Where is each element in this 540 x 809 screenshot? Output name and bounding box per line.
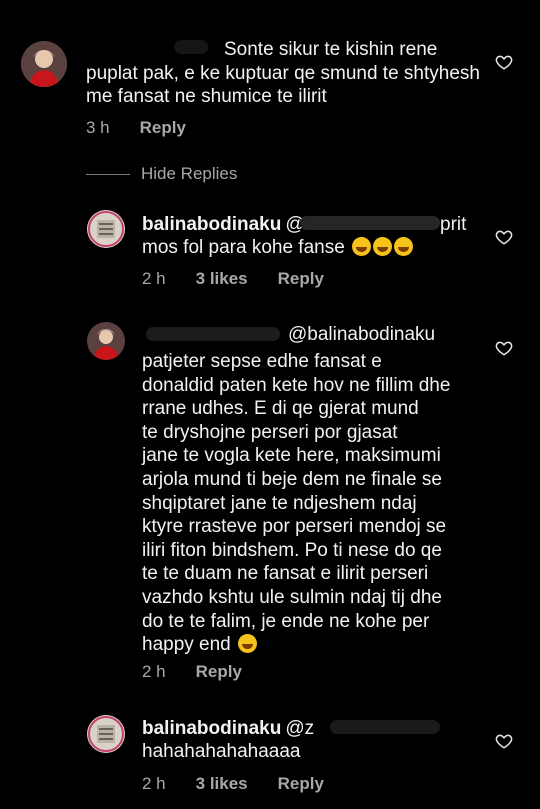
- reply-line-end: prit: [440, 214, 467, 235]
- reply-line: patjeter sepse edhe fansat e: [142, 351, 382, 372]
- reply-line: do te te falim, je ende ne kohe per: [142, 610, 430, 632]
- reply-meta: 2 h 3 likes Reply: [142, 269, 354, 289]
- heart-icon[interactable]: [495, 228, 513, 246]
- reply-text-line2: hahahahahahaaaa: [142, 740, 482, 764]
- reply-meta: 2 h Reply: [142, 662, 272, 682]
- reply-button[interactable]: Reply: [140, 118, 186, 137]
- avatar-image: [87, 210, 125, 248]
- reply-line: te te duam ne fansat e ilirit perseri: [142, 563, 429, 585]
- reply-button[interactable]: Reply: [196, 662, 242, 681]
- comment-meta: 3 h Reply: [86, 118, 216, 138]
- reply-button[interactable]: Reply: [278, 774, 324, 793]
- reply-body: hahahahahahaaaa: [142, 741, 301, 762]
- avatar-image: [87, 715, 125, 753]
- reply-line: arjola mund ti beje dem ne finale se: [142, 468, 442, 490]
- reply-time: 2 h: [142, 774, 166, 793]
- avatar[interactable]: [21, 41, 67, 87]
- comment-time: 3 h: [86, 118, 110, 137]
- reply-line: donaldid paten kete hov ne fillim dhe: [142, 374, 451, 396]
- comment-text: Sonte sikur te kishin rene puplat pak, e…: [86, 38, 486, 109]
- redacted-mention: [330, 720, 440, 734]
- reply-line-last: happy end: [142, 633, 492, 657]
- avatar[interactable]: [87, 210, 125, 248]
- redacted-mention: [300, 216, 440, 230]
- reply-text-end: prit: [440, 213, 466, 237]
- reply-line: iliri fiton bindshem. Po ti nese do qe: [142, 539, 442, 561]
- avatar[interactable]: [87, 322, 125, 360]
- reply-meta: 2 h 3 likes Reply: [142, 774, 354, 794]
- rolling-laughing-emoji-icon: [394, 237, 414, 256]
- reply-line: ktyre rrasteve por perseri mendoj se: [142, 516, 447, 538]
- comment-body: Sonte sikur te kishin rene puplat pak, e…: [86, 39, 480, 107]
- rolling-laughing-emoji-icon: [373, 237, 393, 256]
- grinning-emoji-icon: [238, 634, 258, 654]
- hide-replies-button[interactable]: Hide Replies: [141, 164, 237, 184]
- avatar[interactable]: [87, 715, 125, 753]
- reply-username[interactable]: balinabodinaku: [142, 718, 281, 739]
- reply-mention[interactable]: @balinabodinaku: [288, 324, 435, 345]
- reply-body: patjeter sepse edhe fansat e donaldid pa…: [142, 350, 492, 657]
- reply-line: shqiptaret jane te ndjeshem ndaj: [142, 492, 417, 514]
- heart-icon[interactable]: [495, 339, 513, 357]
- reply-username[interactable]: balinabodinaku: [142, 214, 281, 235]
- likes-count[interactable]: 3 likes: [196, 269, 248, 288]
- reply-button[interactable]: Reply: [278, 269, 324, 288]
- likes-count[interactable]: 3 likes: [196, 774, 248, 793]
- replies-divider: [86, 174, 130, 175]
- avatar-image: [87, 322, 125, 360]
- avatar-image: [21, 41, 67, 87]
- reply-line: te dryshojne perseri por gjasat: [142, 421, 398, 443]
- rolling-laughing-emoji-icon: [352, 237, 372, 256]
- heart-icon[interactable]: [495, 732, 513, 750]
- reply-line: happy end: [142, 634, 231, 656]
- reply-text-line2: mos fol para kohe fanse: [142, 236, 482, 260]
- reply-time: 2 h: [142, 269, 166, 288]
- reply-line: vazhdo kshtu ule sulmin ndaj tij dhe: [142, 586, 442, 608]
- reply-line: jane te vogla kete here, maksimumi: [142, 445, 441, 467]
- reply-text: @balinabodinaku: [142, 323, 492, 347]
- reply-time: 2 h: [142, 662, 166, 681]
- heart-icon[interactable]: [495, 53, 513, 71]
- reply-line: rrane udhes. E di qe gjerat mund: [142, 398, 419, 420]
- reply-mention[interactable]: @z: [285, 718, 314, 739]
- reply-body: mos fol para kohe fanse: [142, 237, 345, 258]
